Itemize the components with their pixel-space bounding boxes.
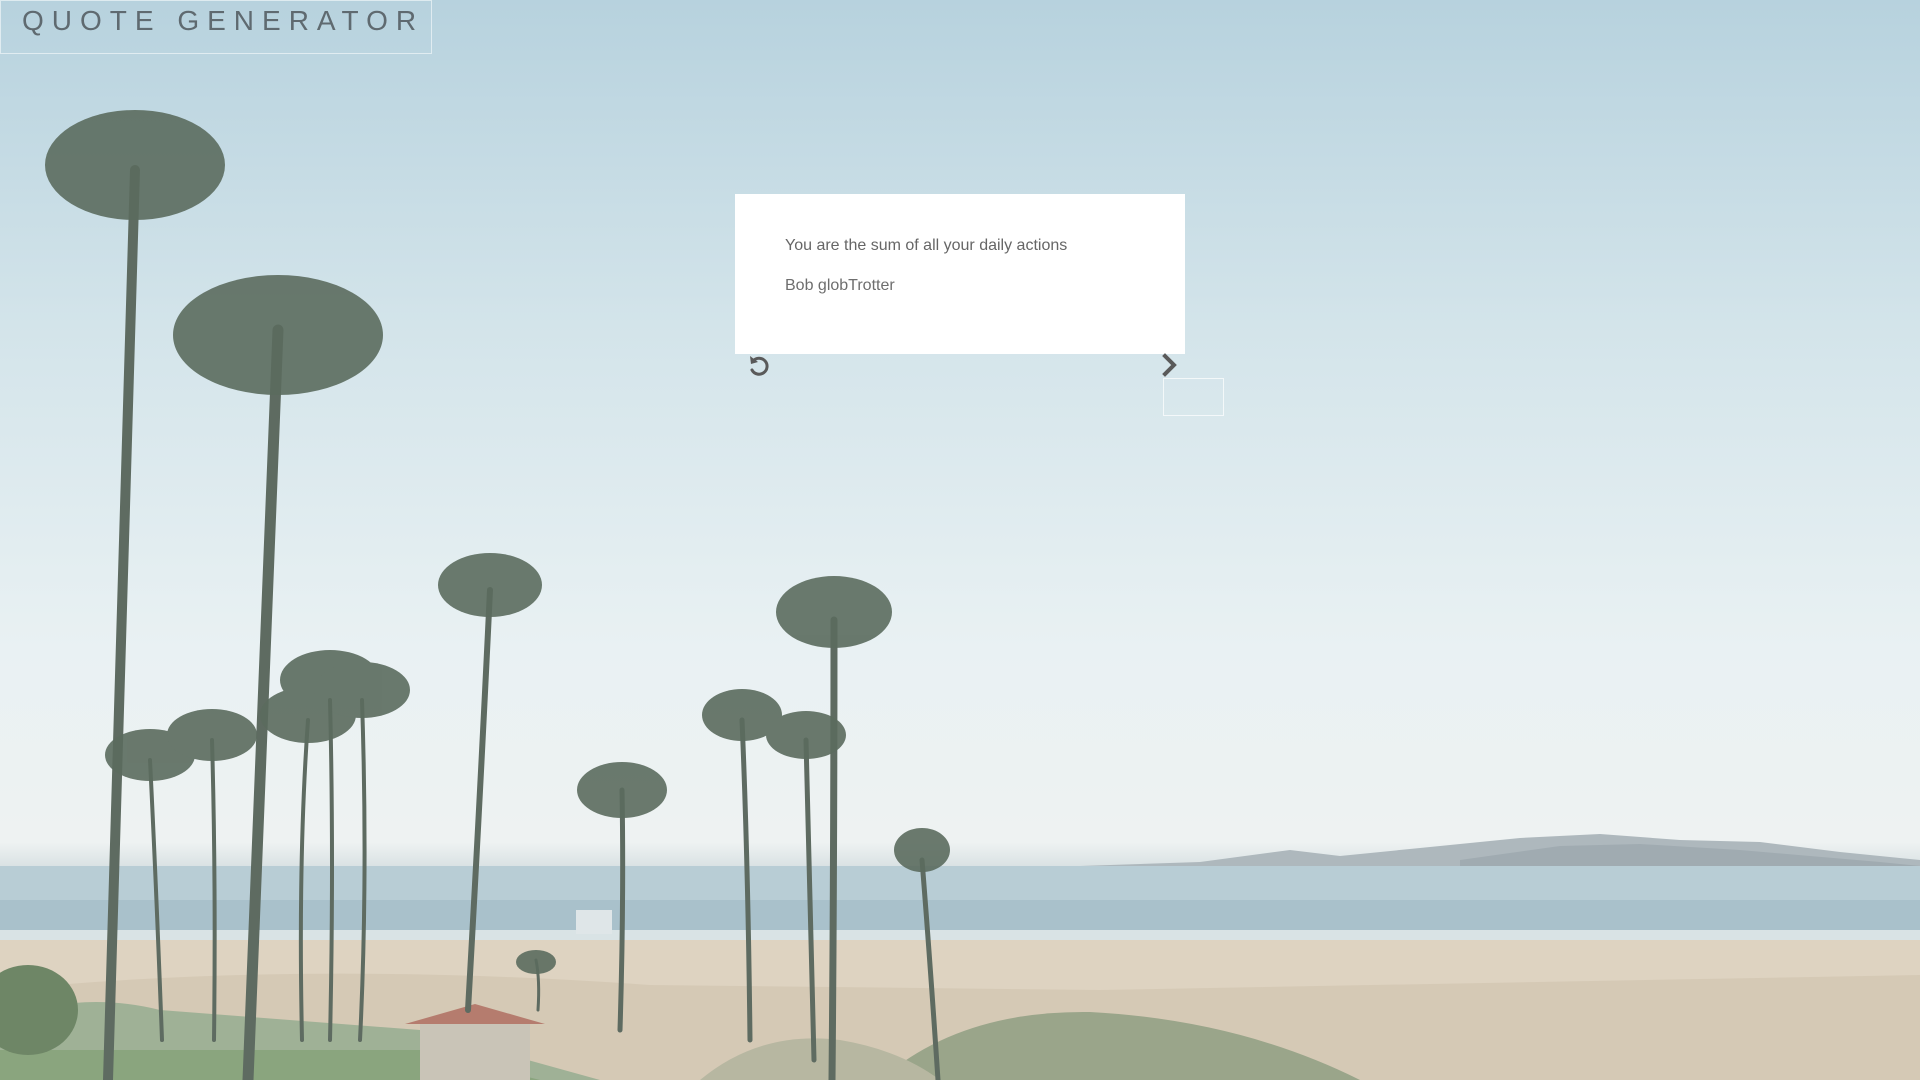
quote-text: You are the sum of all your daily action… <box>785 237 1068 254</box>
title-box: QUOTE GENERATOR <box>0 0 432 54</box>
page-title: QUOTE GENERATOR <box>22 5 425 36</box>
beach-background-image <box>0 110 1920 1080</box>
refresh-button[interactable] <box>745 352 773 380</box>
chevron-right-icon <box>1162 353 1177 377</box>
next-button[interactable] <box>1156 351 1184 379</box>
quote-card: You are the sum of all your daily action… <box>735 194 1185 354</box>
refresh-icon <box>750 356 769 376</box>
quote-author: Bob globTrotter <box>785 277 895 294</box>
tweet-button[interactable] <box>1163 378 1224 416</box>
page: QUOTE GENERATOR You are the sum of all y… <box>0 0 1920 1080</box>
